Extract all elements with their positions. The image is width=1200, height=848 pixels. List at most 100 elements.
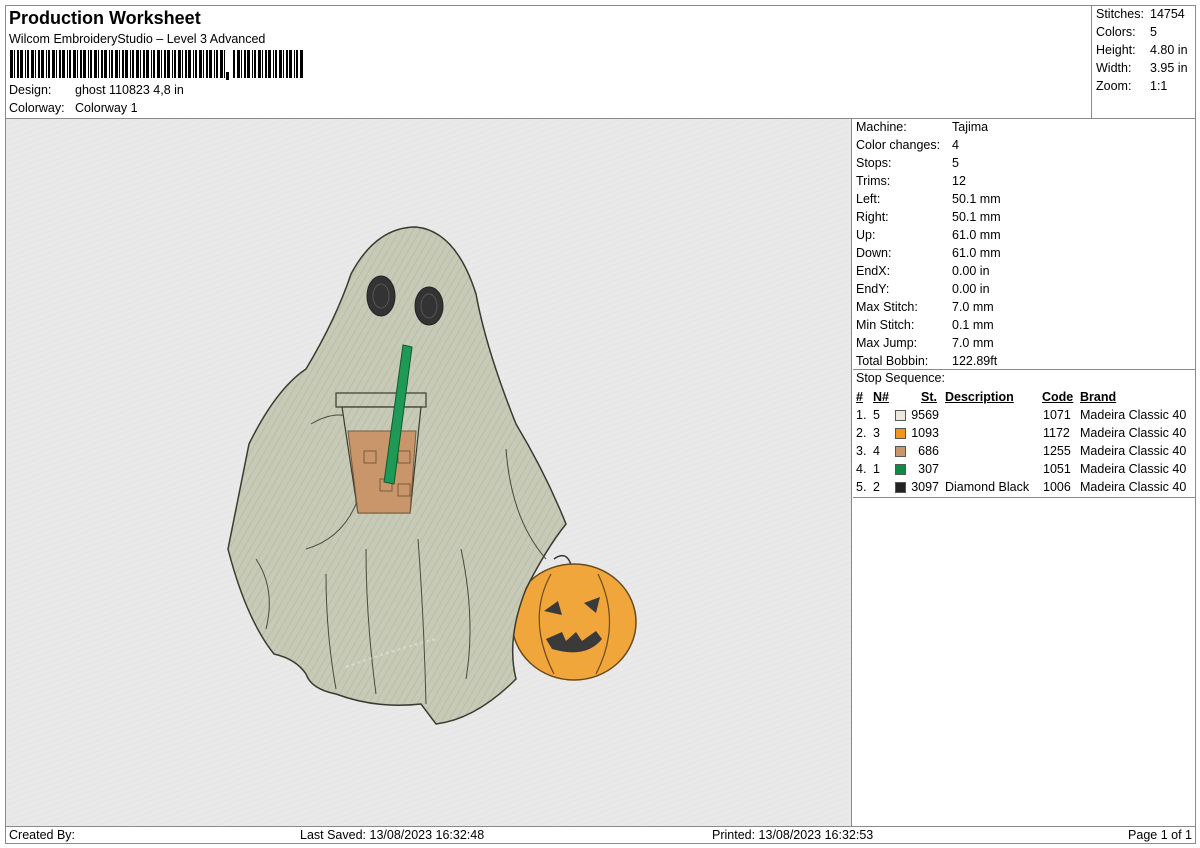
color-swatch (895, 482, 906, 493)
worksheet-footer: Created By: Last Saved: 13/08/2023 16:32… (6, 826, 1195, 843)
row-num: 3. (856, 444, 867, 458)
summary-row-width: Width: 3.95 in (1096, 61, 1188, 79)
colorway-value: Colorway 1 (75, 101, 138, 115)
machine-info-label: Min Stitch: (856, 318, 915, 332)
ghost-embroidery-preview (6, 119, 851, 826)
design-value: ghost 110823 4,8 in (75, 83, 184, 97)
colorway-row: Colorway: Colorway 1 (9, 101, 138, 115)
color-swatch (895, 464, 906, 475)
machine-info-label: Right: (856, 210, 889, 224)
machine-info-value: 7.0 mm (952, 300, 994, 314)
table-end-divider (853, 497, 1195, 498)
machine-info-label: Stops: (856, 156, 892, 170)
row-description: Diamond Black (945, 480, 1030, 494)
machine-info-label: Color changes: (856, 138, 941, 152)
machine-info-value: 0.00 in (952, 264, 990, 278)
machine-info-label: Machine: (856, 120, 907, 134)
row-num: 4. (856, 462, 867, 476)
col-header-code: Code (1042, 390, 1074, 404)
col-header-stitch: St. (921, 390, 937, 404)
row-needle: 5 (873, 408, 880, 422)
summary-row-zoom: Zoom: 1:1 (1096, 79, 1167, 97)
summary-value: 5 (1150, 25, 1157, 39)
row-needle: 1 (873, 462, 880, 476)
row-code: 1051 (1043, 462, 1071, 476)
summary-value: 1:1 (1150, 79, 1168, 93)
machine-info-value: 50.1 mm (952, 192, 1001, 206)
summary-panel: Stitches: 14754 Colors: 5 Height: 4.80 in W… (1091, 6, 1195, 118)
machine-info-value: 5 (952, 156, 959, 170)
summary-label: Width: (1096, 61, 1132, 75)
row-stitch: 9569 (911, 408, 939, 422)
machine-info-value: 12 (952, 174, 966, 188)
machine-info-row: Min Stitch: 0.1 mm (856, 318, 994, 336)
summary-row-height: Height: 4.80 in (1096, 43, 1188, 61)
machine-info-label: Left: (856, 192, 881, 206)
machine-info-label: Trims: (856, 174, 891, 188)
machine-info-row: Down: 61.0 mm (856, 246, 1001, 264)
machine-info-value: 0.00 in (952, 282, 990, 296)
design-preview (6, 119, 852, 826)
machine-info-value: 61.0 mm (952, 228, 1001, 242)
summary-value: 4.80 in (1150, 43, 1188, 57)
machine-info-row: Max Jump: 7.0 mm (856, 336, 994, 354)
col-header-num: # (856, 390, 863, 404)
summary-value: 14754 (1150, 7, 1185, 21)
machine-info-label: Max Jump: (856, 336, 918, 350)
row-needle: 3 (873, 426, 880, 440)
row-code: 1071 (1043, 408, 1071, 422)
page-number: Page 1 of 1 (1128, 828, 1192, 842)
row-num: 1. (856, 408, 867, 422)
summary-label: Colors: (1096, 25, 1136, 39)
machine-info-value: 0.1 mm (952, 318, 994, 332)
row-stitch: 307 (918, 462, 939, 476)
row-brand: Madeira Classic 40 (1080, 444, 1187, 458)
machine-info-row: Max Stitch: 7.0 mm (856, 300, 994, 318)
machine-info-value: Tajima (952, 120, 989, 134)
machine-info-label: EndY: (856, 282, 890, 296)
machine-info-label: EndX: (856, 264, 891, 278)
worksheet-frame: Production Worksheet Wilcom EmbroiderySt… (5, 5, 1196, 844)
row-code: 1255 (1043, 444, 1071, 458)
machine-info-label: Up: (856, 228, 876, 242)
row-num: 2. (856, 426, 867, 440)
software-subtitle: Wilcom EmbroideryStudio – Level 3 Advanc… (9, 32, 266, 46)
row-stitch: 686 (918, 444, 939, 458)
summary-value: 3.95 in (1150, 61, 1188, 75)
col-header-description: Description (945, 390, 1014, 404)
machine-info-row: EndX: 0.00 in (856, 264, 990, 282)
created-by: Created By: (9, 828, 76, 842)
row-needle: 2 (873, 480, 880, 494)
machine-info-row: Right: 50.1 mm (856, 210, 1001, 228)
color-swatch (895, 428, 906, 439)
barcode-icon (10, 50, 303, 80)
row-stitch: 3097 (911, 480, 939, 494)
row-brand: Madeira Classic 40 (1080, 480, 1187, 494)
machine-info-row: Up: 61.0 mm (856, 228, 1001, 246)
stop-sequence-title: Stop Sequence: (856, 371, 945, 385)
summary-row-stitches: Stitches: 14754 (1096, 7, 1185, 25)
machine-info-label: Down: (856, 246, 892, 260)
color-swatch (895, 446, 906, 457)
row-brand: Madeira Classic 40 (1080, 408, 1187, 422)
design-label: Design: (9, 83, 52, 97)
machine-info-value: 4 (952, 138, 959, 152)
col-header-brand: Brand (1080, 390, 1117, 404)
machine-info-row: EndY: 0.00 in (856, 282, 990, 300)
machine-info-row: Left: 50.1 mm (856, 192, 1001, 210)
printed-date: Printed: 13/08/2023 16:32:53 (712, 828, 874, 842)
machine-info-row: Color changes: 4 (856, 138, 959, 156)
summary-label: Zoom: (1096, 79, 1132, 93)
machine-info-value: 7.0 mm (952, 336, 994, 350)
row-needle: 4 (873, 444, 880, 458)
row-stitch: 1093 (911, 426, 939, 440)
worksheet-header: Production Worksheet Wilcom EmbroiderySt… (6, 6, 1091, 118)
summary-row-colors: Colors: 5 (1096, 25, 1157, 43)
last-saved: Last Saved: 13/08/2023 16:32:48 (300, 828, 485, 842)
row-brand: Madeira Classic 40 (1080, 426, 1187, 440)
machine-info-value: 61.0 mm (952, 246, 1001, 260)
design-row: Design: ghost 110823 4,8 in (9, 83, 184, 97)
page-title: Production Worksheet (9, 8, 201, 28)
machine-info-label: Max Stitch: (856, 300, 918, 314)
summary-label: Height: (1096, 43, 1136, 57)
